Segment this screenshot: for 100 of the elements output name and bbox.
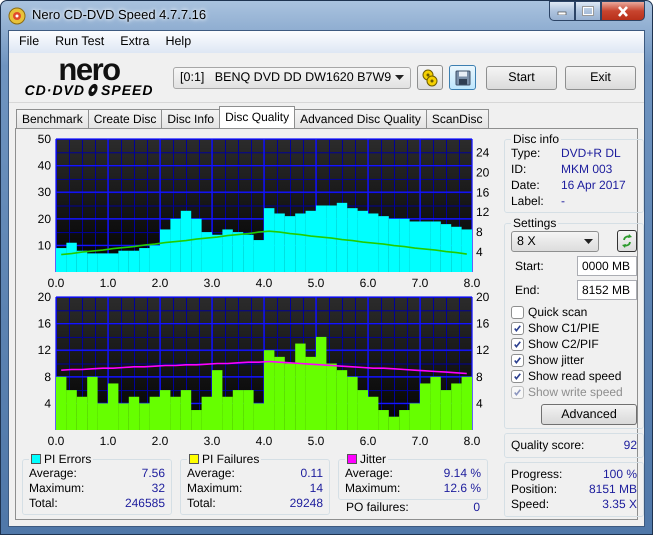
field-value: 7.56 — [142, 466, 165, 482]
histogram-bar — [336, 370, 348, 430]
axis-label: 16 — [476, 185, 490, 200]
drive-dropdown[interactable]: [0:1] BENQ DVD DD DW1620 B7W9 — [173, 66, 411, 88]
toolbar-button[interactable]: Start — [486, 66, 557, 90]
histogram-bar — [306, 210, 316, 272]
refresh-button[interactable] — [617, 230, 637, 252]
tab[interactable]: Advanced Disc Quality — [294, 109, 427, 128]
group-title: PI Failures — [202, 452, 260, 466]
advanced-button[interactable]: Advanced — [541, 404, 637, 426]
axis-label: 0.0 — [48, 434, 64, 448]
histogram-bar — [358, 210, 368, 272]
axis-label: 4.0 — [256, 276, 272, 290]
input-field[interactable]: 8152 MB — [577, 280, 637, 300]
minimize-button[interactable] — [549, 1, 575, 21]
histogram-bar — [420, 221, 430, 272]
field-label: End: — [515, 282, 540, 298]
axis-label: 30 — [38, 185, 51, 200]
field-value: 9.14 % — [444, 466, 481, 482]
axis-label: 7.0 — [412, 434, 428, 448]
axis-label: 50 — [38, 133, 51, 146]
checkbox[interactable] — [511, 322, 524, 335]
checkbox-label: Quick scan — [528, 304, 588, 320]
field-label: Average: — [29, 466, 77, 482]
field-value: MKM 003 — [560, 162, 614, 178]
field-label: Date: — [511, 178, 541, 194]
axis-label: 3.0 — [204, 434, 220, 448]
axis-label: 5.0 — [308, 276, 324, 290]
field-label: Quality score: — [511, 438, 584, 454]
field-label: PO failures: — [346, 500, 409, 516]
axis-label: 7.0 — [412, 276, 428, 290]
field-label: Total: — [187, 496, 216, 512]
histogram-bar — [87, 253, 98, 272]
axis-label: 8.0 — [464, 434, 480, 448]
field-label: Maximum: — [345, 481, 400, 496]
histogram-bar — [191, 218, 202, 272]
histogram-bar — [150, 396, 160, 430]
field-label: ID: — [511, 162, 528, 178]
field-value: 100 % — [602, 467, 637, 482]
field-value: 16 Apr 2017 — [560, 178, 627, 194]
checkbox[interactable] — [511, 306, 524, 319]
input-field[interactable]: 0000 MB — [577, 256, 637, 276]
tab[interactable]: Create Disc — [88, 109, 162, 128]
histogram-bar — [66, 390, 77, 430]
drive-info-button[interactable] — [416, 65, 444, 90]
histogram-bar — [347, 376, 358, 430]
histogram-bar — [56, 376, 66, 430]
axis-label: 1.0 — [100, 276, 116, 290]
histogram-bar — [212, 234, 222, 272]
tab[interactable]: Disc Info — [161, 109, 220, 128]
histogram-bar — [98, 253, 108, 272]
field-value: 92 — [624, 438, 637, 454]
disc-icon — [8, 6, 26, 24]
tab[interactable]: ScanDisc — [426, 109, 489, 128]
axis-label: 16 — [38, 316, 51, 331]
tab[interactable]: Disc Quality — [219, 106, 296, 128]
menu-item[interactable]: File — [11, 34, 48, 50]
histogram-bar — [128, 250, 140, 272]
toolbar-button[interactable]: Exit — [564, 66, 636, 90]
axis-label: 8 — [476, 370, 483, 384]
field-value: 0 — [473, 500, 480, 516]
axis-label: 8 — [476, 225, 483, 240]
menu-item[interactable]: Help — [157, 34, 200, 50]
checkbox[interactable] — [511, 354, 524, 367]
histogram-bar — [316, 206, 326, 272]
histogram-bar — [232, 390, 244, 430]
group-title: Settings — [513, 216, 556, 230]
speed-dropdown[interactable]: 8 X — [511, 230, 599, 252]
axis-label: 4 — [476, 396, 483, 410]
field-label: Speed: — [511, 497, 550, 512]
save-button[interactable] — [449, 65, 476, 90]
field-label: Progress: — [511, 467, 562, 482]
axis-label: 12 — [476, 205, 490, 220]
group-title: PI Errors — [44, 452, 92, 466]
checkbox[interactable] — [511, 370, 524, 383]
close-button[interactable] — [601, 1, 645, 21]
tab[interactable]: Benchmark — [16, 109, 89, 128]
histogram-bar — [139, 248, 150, 272]
field-label: Average: — [187, 466, 235, 482]
save-icon — [454, 70, 471, 86]
axis-label: 2.0 — [152, 434, 168, 448]
checkbox-label: Show C1/PIE — [528, 320, 600, 336]
discs-icon — [421, 68, 440, 86]
menu-item[interactable]: Run Test — [47, 34, 112, 50]
group-title: Disc info — [513, 132, 560, 146]
group-title: Jitter — [360, 452, 386, 466]
window-title: Nero CD-DVD Speed 4.7.7.16 — [32, 7, 206, 24]
caret-icon — [394, 75, 404, 80]
checkbox[interactable] — [511, 338, 524, 351]
checkbox-label: Show jitter — [528, 352, 584, 368]
logo-wordmark: nero — [58, 58, 120, 83]
field-value: 0.11 — [300, 466, 323, 482]
maximize-button[interactable] — [575, 1, 601, 21]
field-label: Label: — [511, 194, 545, 210]
close-icon — [617, 6, 629, 16]
axis-label: 4.0 — [256, 434, 272, 448]
field-label: Start: — [515, 258, 544, 274]
menu-item[interactable]: Extra — [112, 34, 158, 50]
logo-subtitle: SPEED — [101, 82, 154, 97]
field-value: - — [560, 194, 566, 210]
